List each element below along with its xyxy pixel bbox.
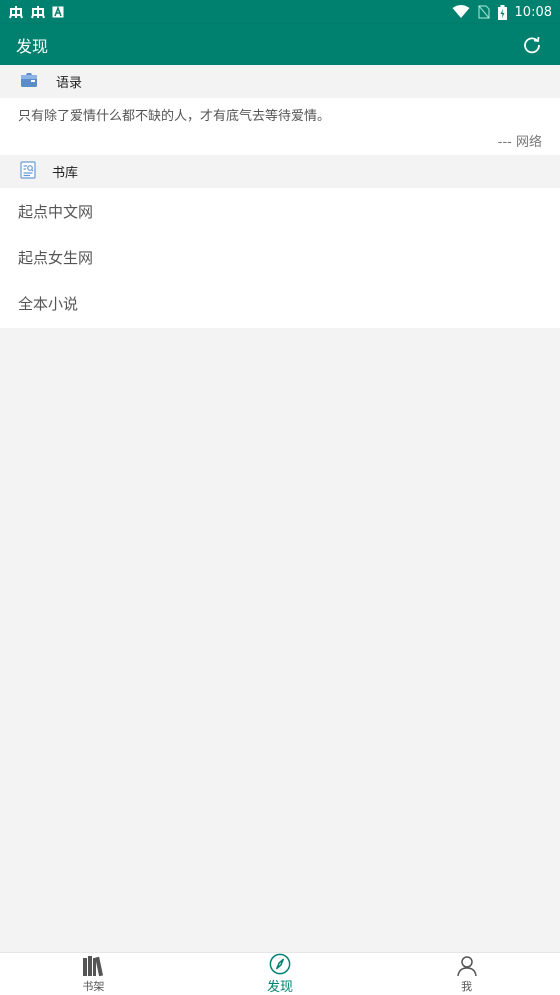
nav-discover-label: 发现 (267, 980, 294, 995)
library-list: 起点中文网 起点女生网 全本小说 (0, 188, 560, 328)
library-item-qidian[interactable]: 起点中文网 (0, 188, 560, 234)
quote-text: 只有除了爱情什么都不缺的人，才有底气去等待爱情。 (18, 109, 331, 124)
library-section-header: 书库 (0, 155, 560, 188)
quote-source: --- 网络 (497, 135, 542, 150)
status-bar-left (8, 4, 64, 20)
nav-bookshelf[interactable]: 书架 (0, 953, 187, 995)
book-search-icon (20, 160, 36, 183)
library-item-qidian-female[interactable]: 起点女生网 (0, 234, 560, 280)
quote-card-icon (20, 72, 38, 92)
no-sim-icon (477, 5, 490, 19)
nav-discover[interactable]: 发现 (187, 953, 374, 995)
quote-card: 只有除了爱情什么都不缺的人，才有底气去等待爱情。 --- 网络 (0, 98, 560, 155)
library-item-complete-novels[interactable]: 全本小说 (0, 280, 560, 326)
compass-icon (269, 953, 291, 975)
person-icon (456, 955, 477, 976)
android-debug-icon (8, 4, 24, 20)
quotes-section-header: 语录 (0, 65, 560, 98)
wifi-icon (452, 5, 470, 19)
app-bar: 发现 (0, 24, 560, 65)
nav-bookshelf-label: 书架 (82, 979, 105, 993)
status-bar: 10:08 (0, 0, 560, 24)
library-section-title: 书库 (52, 166, 79, 181)
android-debug-icon (30, 4, 46, 20)
a-notification-icon (52, 6, 64, 18)
bookshelf-icon (83, 955, 104, 976)
bottom-nav: 书架 发现 我 (0, 952, 560, 995)
refresh-icon (524, 36, 540, 53)
status-time: 10:08 (514, 4, 552, 20)
nav-me[interactable]: 我 (373, 953, 560, 995)
status-bar-right: 10:08 (452, 4, 552, 20)
battery-charging-icon (497, 4, 507, 20)
nav-me-label: 我 (461, 979, 473, 993)
page-title: 发现 (16, 36, 49, 56)
quotes-section-title: 语录 (56, 76, 83, 91)
refresh-button[interactable] (520, 33, 544, 57)
